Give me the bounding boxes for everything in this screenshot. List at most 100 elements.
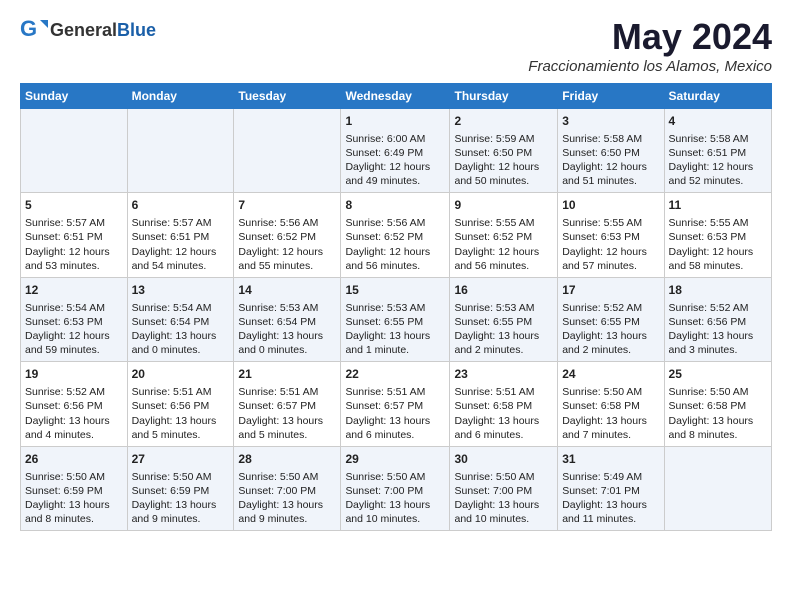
page-header: G GeneralBlue May 2024 Fraccionamiento l… bbox=[20, 16, 772, 75]
calendar-cell: 22Sunrise: 5:51 AMSunset: 6:57 PMDayligh… bbox=[341, 362, 450, 446]
day-info: Sunrise: 5:52 AMSunset: 6:55 PMDaylight:… bbox=[562, 301, 659, 358]
calendar-cell: 23 Sunrise: 5:51 AMSunset: 6:58 PMDayligh… bbox=[450, 362, 558, 446]
day-number: 23 bbox=[454, 366, 553, 383]
logo-general-text: General bbox=[50, 20, 117, 40]
day-number: 26 bbox=[25, 451, 123, 468]
day-info: Sunrise: 5:51 AMSunset: 6:58 PMDaylight:… bbox=[454, 385, 553, 442]
day-info: Sunrise: 5:52 AMSunset: 6:56 PMDaylight:… bbox=[669, 301, 767, 358]
calendar-cell: 4 Sunrise: 5:58 AMSunset: 6:51 PMDaylight… bbox=[664, 109, 771, 193]
day-info: Sunrise: 6:00 AMSunset: 6:49 PMDaylight:… bbox=[345, 132, 445, 189]
calendar-cell bbox=[21, 109, 128, 193]
day-number: 11 bbox=[669, 197, 767, 214]
day-info: Sunrise: 5:55 AMSunset: 6:52 PMDaylight:… bbox=[454, 216, 553, 273]
day-info: Sunrise: 5:50 AMSunset: 7:00 PMDaylight:… bbox=[238, 470, 336, 527]
day-number: 29 bbox=[345, 451, 445, 468]
day-info: Sunrise: 5:54 AMSunset: 6:53 PMDaylight:… bbox=[25, 301, 123, 358]
day-info: Sunrise: 5:53 AMSunset: 6:55 PMDaylight:… bbox=[345, 301, 445, 358]
calendar-cell: 31 Sunrise: 5:49 AMSunset: 7:01 PMDayligh… bbox=[558, 446, 664, 530]
day-info: Sunrise: 5:50 AMSunset: 6:58 PMDaylight:… bbox=[669, 385, 767, 442]
day-info: Sunrise: 5:50 AMSunset: 6:59 PMDaylight:… bbox=[132, 470, 230, 527]
calendar-cell: 20 Sunrise: 5:51 AMSunset: 6:56 PMDayligh… bbox=[127, 362, 234, 446]
day-info: Sunrise: 5:59 AMSunset: 6:50 PMDaylight:… bbox=[454, 132, 553, 189]
day-info: Sunrise: 5:56 AMSunset: 6:52 PMDaylight:… bbox=[238, 216, 336, 273]
day-number: 6 bbox=[132, 197, 230, 214]
calendar-cell: 25 Sunrise: 5:50 AMSunset: 6:58 PMDayligh… bbox=[664, 362, 771, 446]
weekday-header-saturday: Saturday bbox=[664, 84, 771, 109]
day-number: 8 bbox=[345, 197, 445, 214]
calendar-cell: 6 Sunrise: 5:57 AMSunset: 6:51 PMDaylight… bbox=[127, 193, 234, 277]
calendar-cell: 12Sunrise: 5:54 AMSunset: 6:53 PMDayligh… bbox=[21, 277, 128, 361]
calendar-cell: 24Sunrise: 5:50 AMSunset: 6:58 PMDayligh… bbox=[558, 362, 664, 446]
weekday-header-wednesday: Wednesday bbox=[341, 84, 450, 109]
calendar-cell: 14 Sunrise: 5:53 AMSunset: 6:54 PMDayligh… bbox=[234, 277, 341, 361]
calendar-cell: 17 Sunrise: 5:52 AMSunset: 6:55 PMDayligh… bbox=[558, 277, 664, 361]
day-info: Sunrise: 5:52 AMSunset: 6:56 PMDaylight:… bbox=[25, 385, 123, 442]
calendar-cell: 21Sunrise: 5:51 AMSunset: 6:57 PMDayligh… bbox=[234, 362, 341, 446]
day-info: Sunrise: 5:51 AMSunset: 6:57 PMDaylight:… bbox=[238, 385, 336, 442]
calendar-cell: 27 Sunrise: 5:50 AMSunset: 6:59 PMDayligh… bbox=[127, 446, 234, 530]
calendar-cell bbox=[234, 109, 341, 193]
weekday-header-tuesday: Tuesday bbox=[234, 84, 341, 109]
day-number: 18 bbox=[669, 282, 767, 299]
day-info: Sunrise: 5:58 AMSunset: 6:51 PMDaylight:… bbox=[669, 132, 767, 189]
calendar-week-row: 19 Sunrise: 5:52 AMSunset: 6:56 PMDayligh… bbox=[21, 362, 772, 446]
day-info: Sunrise: 5:50 AMSunset: 7:00 PMDaylight:… bbox=[345, 470, 445, 527]
calendar-table: SundayMondayTuesdayWednesdayThursdayFrid… bbox=[20, 83, 772, 531]
day-info: Sunrise: 5:57 AMSunset: 6:51 PMDaylight:… bbox=[25, 216, 123, 273]
day-info: Sunrise: 5:54 AMSunset: 6:54 PMDaylight:… bbox=[132, 301, 230, 358]
day-number: 14 bbox=[238, 282, 336, 299]
day-info: Sunrise: 5:55 AMSunset: 6:53 PMDaylight:… bbox=[669, 216, 767, 273]
day-info: Sunrise: 5:51 AMSunset: 6:56 PMDaylight:… bbox=[132, 385, 230, 442]
day-info: Sunrise: 5:51 AMSunset: 6:57 PMDaylight:… bbox=[345, 385, 445, 442]
calendar-cell: 15Sunrise: 5:53 AMSunset: 6:55 PMDayligh… bbox=[341, 277, 450, 361]
calendar-cell: 10 Sunrise: 5:55 AMSunset: 6:53 PMDayligh… bbox=[558, 193, 664, 277]
day-info: Sunrise: 5:57 AMSunset: 6:51 PMDaylight:… bbox=[132, 216, 230, 273]
svg-text:G: G bbox=[20, 16, 37, 41]
calendar-cell: 28 Sunrise: 5:50 AMSunset: 7:00 PMDayligh… bbox=[234, 446, 341, 530]
day-info: Sunrise: 5:58 AMSunset: 6:50 PMDaylight:… bbox=[562, 132, 659, 189]
day-info: Sunrise: 5:56 AMSunset: 6:52 PMDaylight:… bbox=[345, 216, 445, 273]
day-number: 3 bbox=[562, 113, 659, 130]
calendar-cell bbox=[127, 109, 234, 193]
day-info: Sunrise: 5:49 AMSunset: 7:01 PMDaylight:… bbox=[562, 470, 659, 527]
day-number: 1 bbox=[345, 113, 445, 130]
calendar-week-row: 26 Sunrise: 5:50 AMSunset: 6:59 PMDayligh… bbox=[21, 446, 772, 530]
calendar-cell: 29 Sunrise: 5:50 AMSunset: 7:00 PMDayligh… bbox=[341, 446, 450, 530]
day-number: 25 bbox=[669, 366, 767, 383]
day-info: Sunrise: 5:55 AMSunset: 6:53 PMDaylight:… bbox=[562, 216, 659, 273]
day-number: 16 bbox=[454, 282, 553, 299]
day-number: 19 bbox=[25, 366, 123, 383]
weekday-header-monday: Monday bbox=[127, 84, 234, 109]
calendar-week-row: 1 Sunrise: 6:00 AMSunset: 6:49 PMDaylight… bbox=[21, 109, 772, 193]
location-subtitle: Fraccionamiento los Alamos, Mexico bbox=[528, 58, 772, 75]
logo-icon: G bbox=[20, 16, 48, 44]
day-info: Sunrise: 5:53 AMSunset: 6:54 PMDaylight:… bbox=[238, 301, 336, 358]
day-number: 27 bbox=[132, 451, 230, 468]
day-number: 30 bbox=[454, 451, 553, 468]
title-block: May 2024 Fraccionamiento los Alamos, Mex… bbox=[528, 16, 772, 75]
day-number: 9 bbox=[454, 197, 553, 214]
day-number: 4 bbox=[669, 113, 767, 130]
day-number: 31 bbox=[562, 451, 659, 468]
weekday-header-row: SundayMondayTuesdayWednesdayThursdayFrid… bbox=[21, 84, 772, 109]
day-number: 20 bbox=[132, 366, 230, 383]
calendar-cell: 30 Sunrise: 5:50 AMSunset: 7:00 PMDayligh… bbox=[450, 446, 558, 530]
day-number: 13 bbox=[132, 282, 230, 299]
calendar-cell: 9 Sunrise: 5:55 AMSunset: 6:52 PMDaylight… bbox=[450, 193, 558, 277]
weekday-header-thursday: Thursday bbox=[450, 84, 558, 109]
calendar-week-row: 5Sunrise: 5:57 AMSunset: 6:51 PMDaylight… bbox=[21, 193, 772, 277]
day-number: 2 bbox=[454, 113, 553, 130]
day-number: 17 bbox=[562, 282, 659, 299]
calendar-cell: 16Sunrise: 5:53 AMSunset: 6:55 PMDayligh… bbox=[450, 277, 558, 361]
calendar-cell: 1 Sunrise: 6:00 AMSunset: 6:49 PMDaylight… bbox=[341, 109, 450, 193]
day-number: 10 bbox=[562, 197, 659, 214]
calendar-cell: 18 Sunrise: 5:52 AMSunset: 6:56 PMDayligh… bbox=[664, 277, 771, 361]
day-number: 28 bbox=[238, 451, 336, 468]
calendar-cell: 2 Sunrise: 5:59 AMSunset: 6:50 PMDaylight… bbox=[450, 109, 558, 193]
calendar-week-row: 12Sunrise: 5:54 AMSunset: 6:53 PMDayligh… bbox=[21, 277, 772, 361]
calendar-cell: 7 Sunrise: 5:56 AMSunset: 6:52 PMDaylight… bbox=[234, 193, 341, 277]
month-year-title: May 2024 bbox=[528, 16, 772, 58]
calendar-cell: 3 Sunrise: 5:58 AMSunset: 6:50 PMDaylight… bbox=[558, 109, 664, 193]
day-number: 7 bbox=[238, 197, 336, 214]
day-info: Sunrise: 5:50 AMSunset: 7:00 PMDaylight:… bbox=[454, 470, 553, 527]
